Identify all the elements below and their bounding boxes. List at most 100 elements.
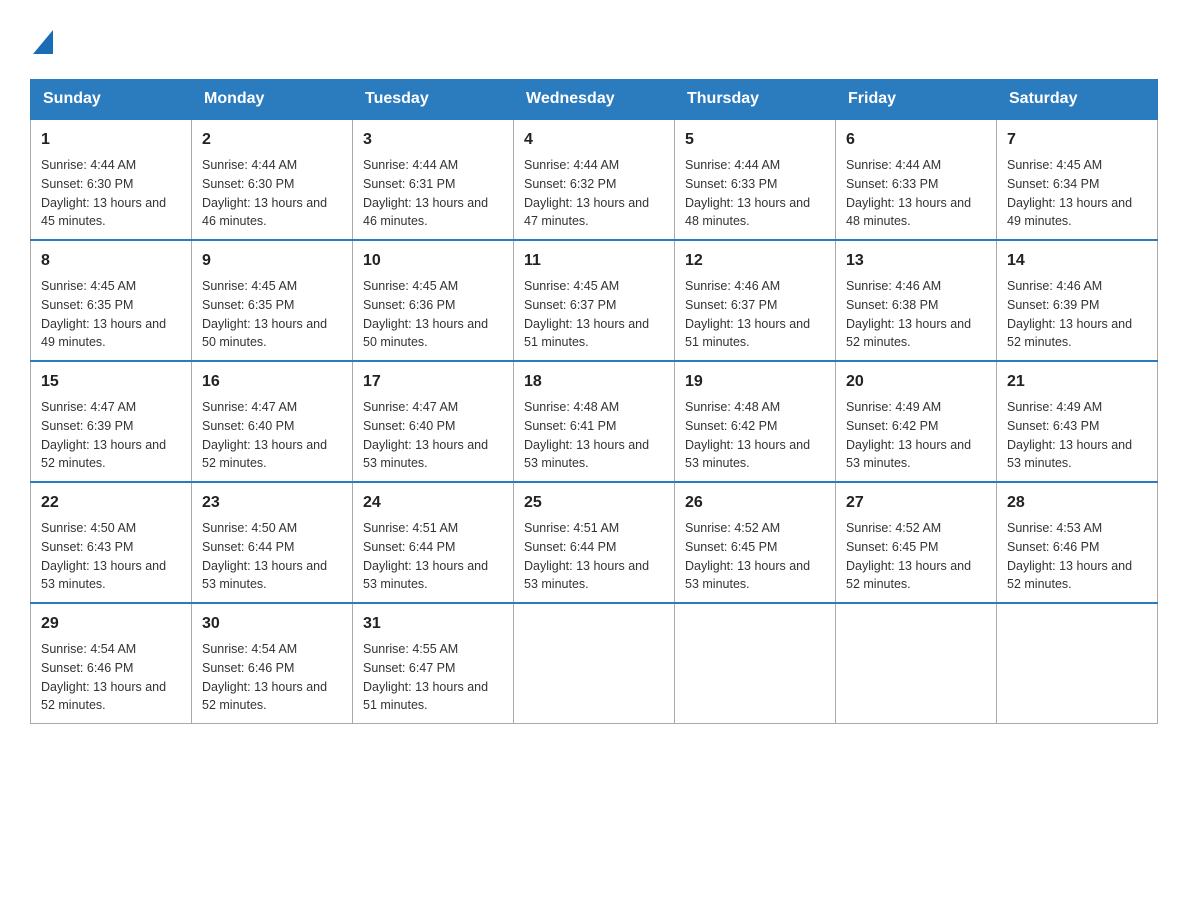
- day-number: 1: [41, 128, 181, 152]
- day-number: 2: [202, 128, 342, 152]
- day-info: Sunrise: 4:46 AMSunset: 6:38 PMDaylight:…: [846, 277, 986, 352]
- calendar-cell: 2 Sunrise: 4:44 AMSunset: 6:30 PMDaylight…: [192, 119, 353, 240]
- day-info: Sunrise: 4:45 AMSunset: 6:36 PMDaylight:…: [363, 277, 503, 352]
- day-info: Sunrise: 4:54 AMSunset: 6:46 PMDaylight:…: [41, 640, 181, 715]
- weekday-header-thursday: Thursday: [675, 80, 836, 120]
- day-number: 11: [524, 249, 664, 273]
- calendar-cell: [514, 603, 675, 724]
- day-number: 17: [363, 370, 503, 394]
- day-number: 30: [202, 612, 342, 636]
- weekday-header-monday: Monday: [192, 80, 353, 120]
- calendar-week-row: 1 Sunrise: 4:44 AMSunset: 6:30 PMDaylight…: [31, 119, 1158, 240]
- calendar-cell: 21Sunrise: 4:49 AMSunset: 6:43 PMDayligh…: [997, 361, 1158, 482]
- calendar-cell: 19Sunrise: 4:48 AMSunset: 6:42 PMDayligh…: [675, 361, 836, 482]
- day-number: 9: [202, 249, 342, 273]
- calendar-cell: 9 Sunrise: 4:45 AMSunset: 6:35 PMDaylight…: [192, 240, 353, 361]
- day-number: 21: [1007, 370, 1147, 394]
- day-number: 16: [202, 370, 342, 394]
- day-number: 19: [685, 370, 825, 394]
- calendar-cell: 25Sunrise: 4:51 AMSunset: 6:44 PMDayligh…: [514, 482, 675, 603]
- day-number: 3: [363, 128, 503, 152]
- day-info: Sunrise: 4:52 AMSunset: 6:45 PMDaylight:…: [846, 519, 986, 594]
- day-info: Sunrise: 4:44 AMSunset: 6:30 PMDaylight:…: [202, 156, 342, 231]
- day-info: Sunrise: 4:47 AMSunset: 6:40 PMDaylight:…: [202, 398, 342, 473]
- logo-triangle-icon: [33, 30, 53, 54]
- day-number: 8: [41, 249, 181, 273]
- day-info: Sunrise: 4:52 AMSunset: 6:45 PMDaylight:…: [685, 519, 825, 594]
- day-number: 10: [363, 249, 503, 273]
- day-number: 28: [1007, 491, 1147, 515]
- calendar-cell: 20 Sunrise: 4:49 AMSunset: 6:42 PMDayligh…: [836, 361, 997, 482]
- day-info: Sunrise: 4:44 AMSunset: 6:31 PMDaylight:…: [363, 156, 503, 231]
- day-number: 29: [41, 612, 181, 636]
- calendar-cell: 13 Sunrise: 4:46 AMSunset: 6:38 PMDayligh…: [836, 240, 997, 361]
- day-number: 15: [41, 370, 181, 394]
- day-info: Sunrise: 4:45 AMSunset: 6:35 PMDaylight:…: [41, 277, 181, 352]
- day-number: 27: [846, 491, 986, 515]
- day-number: 26: [685, 491, 825, 515]
- day-info: Sunrise: 4:47 AMSunset: 6:40 PMDaylight:…: [363, 398, 503, 473]
- calendar-cell: 8 Sunrise: 4:45 AMSunset: 6:35 PMDaylight…: [31, 240, 192, 361]
- day-number: 24: [363, 491, 503, 515]
- calendar-cell: 27 Sunrise: 4:52 AMSunset: 6:45 PMDayligh…: [836, 482, 997, 603]
- day-info: Sunrise: 4:45 AMSunset: 6:37 PMDaylight:…: [524, 277, 664, 352]
- calendar-cell: 11 Sunrise: 4:45 AMSunset: 6:37 PMDayligh…: [514, 240, 675, 361]
- calendar-week-row: 8 Sunrise: 4:45 AMSunset: 6:35 PMDaylight…: [31, 240, 1158, 361]
- weekday-header-wednesday: Wednesday: [514, 80, 675, 120]
- calendar-cell: 16 Sunrise: 4:47 AMSunset: 6:40 PMDayligh…: [192, 361, 353, 482]
- day-number: 25: [524, 491, 664, 515]
- day-info: Sunrise: 4:44 AMSunset: 6:32 PMDaylight:…: [524, 156, 664, 231]
- calendar-cell: 23 Sunrise: 4:50 AMSunset: 6:44 PMDayligh…: [192, 482, 353, 603]
- calendar-week-row: 29 Sunrise: 4:54 AMSunset: 6:46 PMDayligh…: [31, 603, 1158, 724]
- day-info: Sunrise: 4:55 AMSunset: 6:47 PMDaylight:…: [363, 640, 503, 715]
- calendar-cell: 14 Sunrise: 4:46 AMSunset: 6:39 PMDayligh…: [997, 240, 1158, 361]
- calendar-cell: 24 Sunrise: 4:51 AMSunset: 6:44 PMDayligh…: [353, 482, 514, 603]
- day-number: 31: [363, 612, 503, 636]
- weekday-header-saturday: Saturday: [997, 80, 1158, 120]
- day-info: Sunrise: 4:44 AMSunset: 6:33 PMDaylight:…: [846, 156, 986, 231]
- calendar-cell: 7 Sunrise: 4:45 AMSunset: 6:34 PMDaylight…: [997, 119, 1158, 240]
- day-info: Sunrise: 4:46 AMSunset: 6:37 PMDaylight:…: [685, 277, 825, 352]
- day-number: 18: [524, 370, 664, 394]
- day-number: 12: [685, 249, 825, 273]
- day-info: Sunrise: 4:46 AMSunset: 6:39 PMDaylight:…: [1007, 277, 1147, 352]
- calendar-cell: 29 Sunrise: 4:54 AMSunset: 6:46 PMDayligh…: [31, 603, 192, 724]
- day-info: Sunrise: 4:50 AMSunset: 6:44 PMDaylight:…: [202, 519, 342, 594]
- calendar-week-row: 22 Sunrise: 4:50 AMSunset: 6:43 PMDayligh…: [31, 482, 1158, 603]
- day-info: Sunrise: 4:49 AMSunset: 6:42 PMDaylight:…: [846, 398, 986, 473]
- day-info: Sunrise: 4:51 AMSunset: 6:44 PMDaylight:…: [363, 519, 503, 594]
- calendar-cell: [836, 603, 997, 724]
- day-info: Sunrise: 4:53 AMSunset: 6:46 PMDaylight:…: [1007, 519, 1147, 594]
- day-info: Sunrise: 4:54 AMSunset: 6:46 PMDaylight:…: [202, 640, 342, 715]
- day-info: Sunrise: 4:44 AMSunset: 6:33 PMDaylight:…: [685, 156, 825, 231]
- calendar-cell: 5 Sunrise: 4:44 AMSunset: 6:33 PMDaylight…: [675, 119, 836, 240]
- day-info: Sunrise: 4:45 AMSunset: 6:35 PMDaylight:…: [202, 277, 342, 352]
- calendar-week-row: 15 Sunrise: 4:47 AMSunset: 6:39 PMDayligh…: [31, 361, 1158, 482]
- weekday-header-sunday: Sunday: [31, 80, 192, 120]
- calendar-cell: 3 Sunrise: 4:44 AMSunset: 6:31 PMDaylight…: [353, 119, 514, 240]
- calendar-cell: 1Sunrise: 4:44 AMSunset: 6:30 PMDaylight…: [31, 119, 192, 240]
- day-number: 5: [685, 128, 825, 152]
- weekday-header-tuesday: Tuesday: [353, 80, 514, 120]
- day-number: 13: [846, 249, 986, 273]
- logo: [30, 30, 53, 59]
- day-info: Sunrise: 4:50 AMSunset: 6:43 PMDaylight:…: [41, 519, 181, 594]
- calendar-header-row: SundayMondayTuesdayWednesdayThursdayFrid…: [31, 80, 1158, 120]
- day-number: 23: [202, 491, 342, 515]
- calendar-cell: 26 Sunrise: 4:52 AMSunset: 6:45 PMDayligh…: [675, 482, 836, 603]
- day-number: 14: [1007, 249, 1147, 273]
- calendar-table: SundayMondayTuesdayWednesdayThursdayFrid…: [30, 79, 1158, 724]
- day-number: 4: [524, 128, 664, 152]
- day-info: Sunrise: 4:45 AMSunset: 6:34 PMDaylight:…: [1007, 156, 1147, 231]
- calendar-cell: [675, 603, 836, 724]
- day-number: 7: [1007, 128, 1147, 152]
- calendar-cell: 6 Sunrise: 4:44 AMSunset: 6:33 PMDaylight…: [836, 119, 997, 240]
- day-info: Sunrise: 4:47 AMSunset: 6:39 PMDaylight:…: [41, 398, 181, 473]
- day-number: 22: [41, 491, 181, 515]
- calendar-cell: 22 Sunrise: 4:50 AMSunset: 6:43 PMDayligh…: [31, 482, 192, 603]
- calendar-cell: 17 Sunrise: 4:47 AMSunset: 6:40 PMDayligh…: [353, 361, 514, 482]
- calendar-cell: 28 Sunrise: 4:53 AMSunset: 6:46 PMDayligh…: [997, 482, 1158, 603]
- day-number: 6: [846, 128, 986, 152]
- calendar-cell: 10 Sunrise: 4:45 AMSunset: 6:36 PMDayligh…: [353, 240, 514, 361]
- day-number: 20: [846, 370, 986, 394]
